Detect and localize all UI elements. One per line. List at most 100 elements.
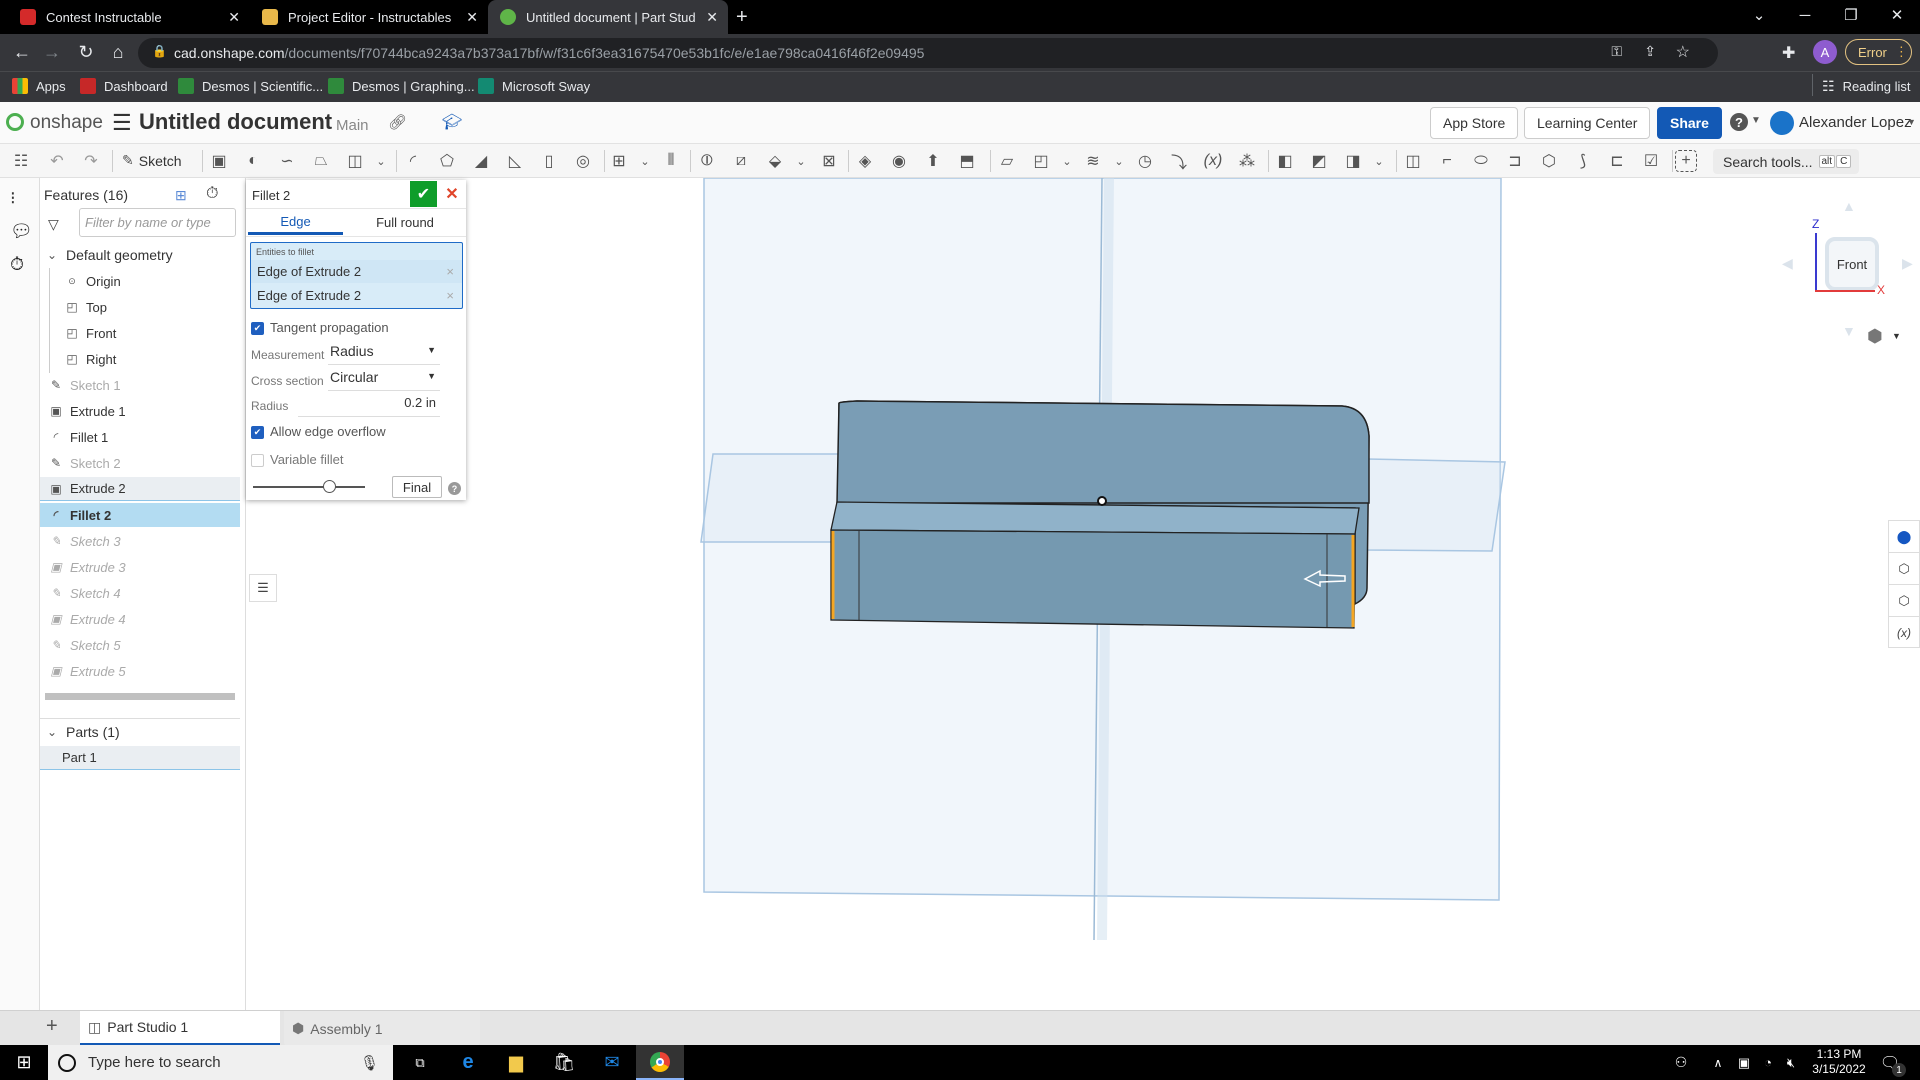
undo-icon[interactable]: ↶: [46, 150, 68, 172]
bend-icon[interactable]: ⬭: [1470, 150, 1492, 172]
taskbar-search-box[interactable]: Type here to search 🎙︎: [48, 1045, 393, 1080]
measurement-select[interactable]: Radius ▼: [328, 343, 440, 365]
modify-fillet-icon[interactable]: ◈: [854, 150, 876, 172]
replace-face-icon[interactable]: ⬒: [956, 150, 978, 172]
cancel-x-button[interactable]: ✕: [442, 183, 462, 205]
variable-fillet-checkbox[interactable]: [251, 454, 264, 467]
rotate-right-arrow-icon[interactable]: ▶: [1902, 255, 1913, 272]
view-options-cube-icon[interactable]: ⬢: [1867, 326, 1883, 347]
view-options-dropdown-icon[interactable]: ▼: [1892, 331, 1901, 341]
parts-group[interactable]: ⌄ Parts (1): [40, 720, 240, 744]
back-button[interactable]: ←: [10, 40, 34, 64]
dialog-list-toggle-icon[interactable]: ☰: [249, 574, 277, 602]
plane-icon[interactable]: ▱: [996, 150, 1018, 172]
part-ledge-face[interactable]: [830, 501, 1360, 535]
bookmark-dashboard[interactable]: Dashboard: [80, 78, 168, 94]
accept-check-button[interactable]: ✔: [410, 181, 437, 207]
document-title[interactable]: Untitled document: [139, 109, 332, 135]
filter-input[interactable]: Filter by name or type: [79, 208, 236, 237]
close-tab-icon[interactable]: ✕: [228, 9, 240, 26]
joint-icon[interactable]: ⟆: [1572, 150, 1594, 172]
microsoft-store-icon[interactable]: 🛍︎: [540, 1045, 588, 1080]
bookmark-star-icon[interactable]: ☆: [1676, 42, 1690, 62]
feature-extrude-4[interactable]: ▣ Extrude 4: [40, 607, 240, 631]
tab-full-round[interactable]: Full round: [346, 210, 464, 235]
feature-sketch-1[interactable]: ✎ Sketch 1: [40, 373, 240, 397]
dropdown-icon[interactable]: ⌄: [1368, 150, 1390, 172]
reading-list-button[interactable]: ☷ Reading list: [1822, 78, 1911, 95]
part-1-item[interactable]: Part 1: [40, 746, 240, 770]
part-top-face[interactable]: [836, 400, 1370, 504]
profile-avatar[interactable]: A: [1813, 40, 1837, 64]
pattern-icon[interactable]: ⊞: [608, 150, 630, 172]
bill-of-materials-icon[interactable]: ⬡: [1889, 553, 1919, 585]
feature-fillet-1[interactable]: ◜ Fillet 1: [40, 425, 240, 449]
app-store-button[interactable]: App Store: [1430, 107, 1519, 139]
variables-table-icon[interactable]: (x): [1889, 617, 1919, 649]
search-tools-input[interactable]: Search tools... alt C: [1713, 149, 1859, 174]
sweep-icon[interactable]: ∽: [276, 150, 298, 172]
user-dropdown-icon[interactable]: ▼: [1907, 117, 1916, 127]
default-geometry-group[interactable]: ⌄ Default geometry: [40, 243, 240, 267]
add-tab-button[interactable]: +: [46, 1015, 58, 1038]
geometry-right-plane[interactable]: ◰ Right: [40, 347, 240, 371]
tab-search-chevron-icon[interactable]: ⌄: [1736, 0, 1782, 30]
onshape-logo-text[interactable]: onshape: [30, 112, 103, 134]
close-tab-icon[interactable]: ✕: [466, 9, 478, 26]
edge-browser-icon[interactable]: e: [444, 1045, 492, 1080]
cross-section-select[interactable]: Circular ▼: [328, 369, 440, 391]
geometry-origin[interactable]: ⊙ Origin: [40, 269, 240, 293]
history-timer-icon[interactable]: ⏱︎: [10, 254, 24, 275]
helix-icon[interactable]: ≋: [1082, 150, 1104, 172]
insert-point-icon[interactable]: ⁝: [10, 188, 16, 209]
browser-tab[interactable]: Contest Instructable ✕: [8, 0, 250, 34]
sheet-metal-finish-icon[interactable]: ◩: [1308, 150, 1330, 172]
wifi-icon[interactable]: ◔: [1756, 1045, 1780, 1080]
bookmark-microsoft-sway[interactable]: Microsoft Sway: [478, 78, 590, 94]
finish-check-icon[interactable]: ☑: [1640, 150, 1662, 172]
sheet-metal-icon[interactable]: ◧: [1274, 150, 1296, 172]
split-icon[interactable]: ⧄: [730, 150, 752, 172]
volume-muted-icon[interactable]: 🔇︎: [1778, 1045, 1804, 1080]
home-button[interactable]: ⌂: [106, 40, 130, 64]
bookmark-apps[interactable]: Apps: [12, 78, 66, 94]
user-name[interactable]: Alexander Lopez: [1799, 114, 1912, 131]
move-face-icon[interactable]: ⬆: [922, 150, 944, 172]
comments-icon[interactable]: 💬︎: [10, 221, 33, 242]
origin-marker[interactable]: [1097, 496, 1107, 506]
geometry-front-plane[interactable]: ◰ Front: [40, 321, 240, 345]
help-icon[interactable]: ?: [448, 482, 461, 495]
form-icon[interactable]: ⊐: [1504, 150, 1526, 172]
feature-fillet-2[interactable]: ◜ Fillet 2: [40, 503, 240, 527]
network-alert-icon[interactable]: ▣: [1732, 1045, 1756, 1080]
feature-extrude-2[interactable]: ▣ Extrude 2: [40, 477, 240, 501]
tab-icon[interactable]: ⌐: [1436, 150, 1458, 172]
share-page-icon[interactable]: ⇪: [1644, 43, 1656, 60]
password-key-icon[interactable]: ⚿: [1611, 43, 1622, 60]
revolve-icon[interactable]: ◐: [242, 150, 264, 172]
feature-extrude-5[interactable]: ▣ Extrude 5: [40, 659, 240, 683]
tab-assembly-1[interactable]: ⬢ Assembly 1: [284, 1011, 480, 1046]
help-dropdown-icon[interactable]: ▼: [1751, 115, 1761, 126]
system-clock[interactable]: 1:13 PM 3/15/2022: [1808, 1047, 1870, 1077]
microphone-icon[interactable]: 🎙︎: [360, 1054, 379, 1072]
configurations-icon[interactable]: ⬡: [1889, 585, 1919, 617]
close-window-button[interactable]: ✕: [1874, 0, 1920, 30]
branch-label[interactable]: Main: [336, 117, 369, 134]
learning-center-button[interactable]: Learning Center: [1524, 107, 1651, 139]
rotate-left-arrow-icon[interactable]: ◀: [1782, 255, 1793, 272]
redo-icon[interactable]: ↷: [80, 150, 102, 172]
task-view-icon[interactable]: ⧉: [396, 1045, 444, 1080]
mate-connector-icon[interactable]: ◰: [1030, 150, 1052, 172]
address-bar[interactable]: 🔒 cad.onshape.com/documents/f70744bca924…: [138, 38, 1718, 68]
share-button[interactable]: Share: [1657, 107, 1722, 139]
new-tab-button[interactable]: +: [736, 6, 748, 29]
feature-sketch-3[interactable]: ✎ Sketch 3: [40, 529, 240, 553]
dropdown-icon[interactable]: ⌄: [1056, 150, 1078, 172]
view-cube[interactable]: Front Z X ▲ ▼ ◀ ▶: [1777, 193, 1917, 339]
close-tab-icon[interactable]: ✕: [706, 9, 718, 26]
preview-slider-track[interactable]: [253, 486, 365, 488]
delete-face-icon[interactable]: ◉: [888, 150, 910, 172]
corner-icon[interactable]: ⬡: [1538, 150, 1560, 172]
view-cube-front-face[interactable]: Front: [1825, 237, 1879, 291]
